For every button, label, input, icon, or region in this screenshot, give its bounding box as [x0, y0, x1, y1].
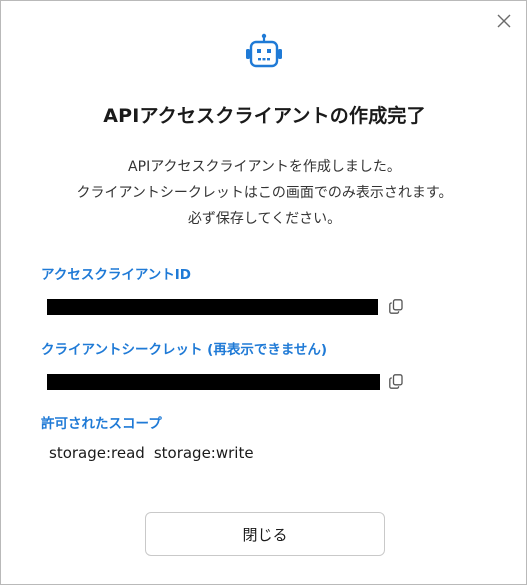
- client-id-value-masked: [47, 299, 378, 315]
- copy-icon: [389, 298, 403, 314]
- dialog-message: APIアクセスクライアントを作成しました。 クライアントシークレットはこの画面で…: [1, 154, 527, 232]
- message-line: 必ず保存してください。: [187, 211, 342, 227]
- copy-icon: [389, 373, 403, 389]
- message-line: クライアントシークレットはこの画面でのみ表示されます。: [76, 185, 453, 201]
- dialog-title: APIアクセスクライアントの作成完了: [103, 105, 426, 127]
- client-secret-label: クライアントシークレット (再表示できません): [41, 342, 328, 358]
- robot-icon: [246, 33, 282, 68]
- access-client-created-dialog: APIアクセスクライアントの作成完了 APIアクセスクライアントを作成しました。…: [0, 0, 527, 585]
- close-icon: [497, 14, 511, 28]
- scopes-label: 許可されたスコープ: [41, 416, 162, 432]
- scope-item: storage:read: [49, 444, 145, 462]
- copy-client-secret-button[interactable]: [387, 372, 405, 390]
- client-id-label: アクセスクライアントID: [41, 267, 192, 283]
- message-line: APIアクセスクライアントを作成しました。: [128, 159, 401, 175]
- close-dialog-button[interactable]: 閉じる: [145, 512, 385, 556]
- scopes-list: storage:read storage:write: [49, 444, 254, 462]
- copy-client-id-button[interactable]: [387, 297, 405, 315]
- close-button[interactable]: [492, 9, 516, 33]
- client-secret-value-masked: [47, 374, 380, 390]
- scope-item: storage:write: [153, 444, 254, 462]
